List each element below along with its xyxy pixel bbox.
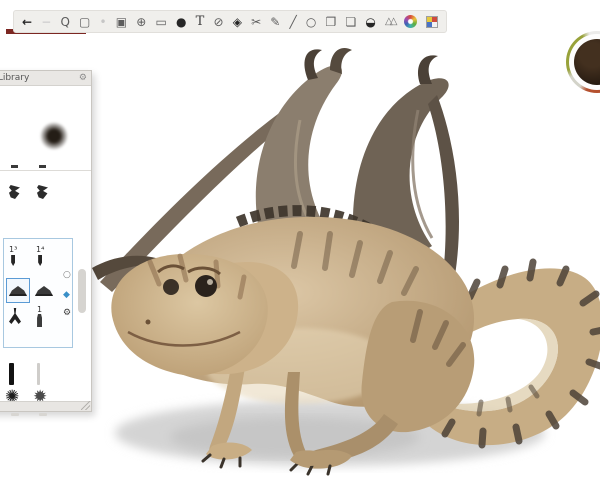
marquee-icon[interactable]: ▭ [156,16,167,28]
brush-item-flag-b[interactable] [37,185,48,199]
lasso-fill-icon[interactable]: ● [176,16,186,28]
flag-brush-icon [37,185,48,199]
soft-round-brush-preview[interactable] [40,122,68,150]
marker-icon [9,363,14,385]
stamp-icon[interactable]: ❐ [326,16,337,28]
detail-brush-icon [9,308,21,324]
brush-diamond-icon[interactable]: ◆ [63,291,70,300]
marker-icon [37,363,40,385]
add-move-icon[interactable]: ⊕ [136,16,146,28]
pencil-icon [11,255,15,266]
swatches-icon[interactable] [426,16,438,28]
ink-label: 1 [37,306,42,314]
text-icon[interactable]: T [196,15,205,28]
brush-item-flat[interactable] [35,286,53,296]
partial-brush-icon[interactable] [39,165,46,168]
ellipse-icon[interactable]: ○ [306,16,316,28]
undo-icon[interactable]: ← [22,16,32,28]
redo-icon[interactable]: − [41,16,51,28]
zoom-icon[interactable]: Q [60,16,69,28]
brush-item-detail[interactable] [9,308,21,324]
brush-gear-icon[interactable]: ⚙ [63,309,71,318]
line-icon[interactable]: ╱ [290,16,297,28]
partial-brush-icon[interactable] [11,413,19,416]
flag-brush-icon [9,185,20,199]
color-wheel-icon[interactable] [404,15,417,28]
cut-icon[interactable]: ✂ [251,16,261,28]
brush-item-flag-a[interactable] [9,185,20,199]
brush-pencil-icon[interactable]: ✎ [270,16,280,28]
panel-scrollbar[interactable] [78,269,86,313]
eraser-icon[interactable]: ⊘ [213,16,223,28]
top-toolbar: ← − Q ▢ • ▣ ⊕ ▭ ● T ⊘ ◈ ✂ ✎ ╱ ○ ❐ ❏ ◒ △△ [13,10,447,33]
partial-brush-icon[interactable] [11,165,18,168]
flat-brush-icon [9,286,27,296]
pencil-grade-label: 1⁴ [36,246,44,254]
brush-library-panel: Brush Library ⚙ 1³ 1⁴ 1 ○ [0,70,92,412]
shape-gem-icon[interactable]: ◈ [233,16,242,28]
pencil-grade-label: 1³ [9,246,17,254]
select-icon[interactable]: ▢ [79,16,90,28]
crop-icon[interactable]: ▣ [116,16,127,28]
resize-grip[interactable] [81,401,90,410]
layers-icon[interactable]: ❏ [345,16,356,28]
panel-body: 1³ 1⁴ 1 ○ ◆ ⚙ ✺ ✹ [0,86,91,402]
ink-pen-icon [37,314,42,327]
brush-item-marker-light[interactable] [37,363,40,385]
brush-circle-icon[interactable]: ○ [63,271,71,280]
panel-bottom-bar [0,401,91,411]
panel-gear-icon[interactable]: ⚙ [79,73,87,83]
flat-brush-icon [35,286,53,296]
partial-brush-icon[interactable] [39,413,47,416]
panel-title: Brush Library [0,73,29,83]
brush-item-flat-selected[interactable] [9,286,27,296]
brush-item-pencil-3[interactable]: 1³ [9,246,17,266]
gradient-icon[interactable]: △△ [385,17,394,27]
fill-icon[interactable]: ◒ [365,16,375,28]
panel-title-bar[interactable]: Brush Library ⚙ [0,71,91,86]
brush-item-pencil-4[interactable]: 1⁴ [36,246,44,266]
brush-item-marker-dark[interactable] [9,363,14,385]
pencil-icon [38,255,42,266]
brush-item-ink[interactable]: 1 [37,306,42,327]
panel-divider [0,170,91,171]
app-window: { "window": { "background": "#ffffff" },… [0,0,600,500]
dot-icon[interactable]: • [100,16,107,28]
